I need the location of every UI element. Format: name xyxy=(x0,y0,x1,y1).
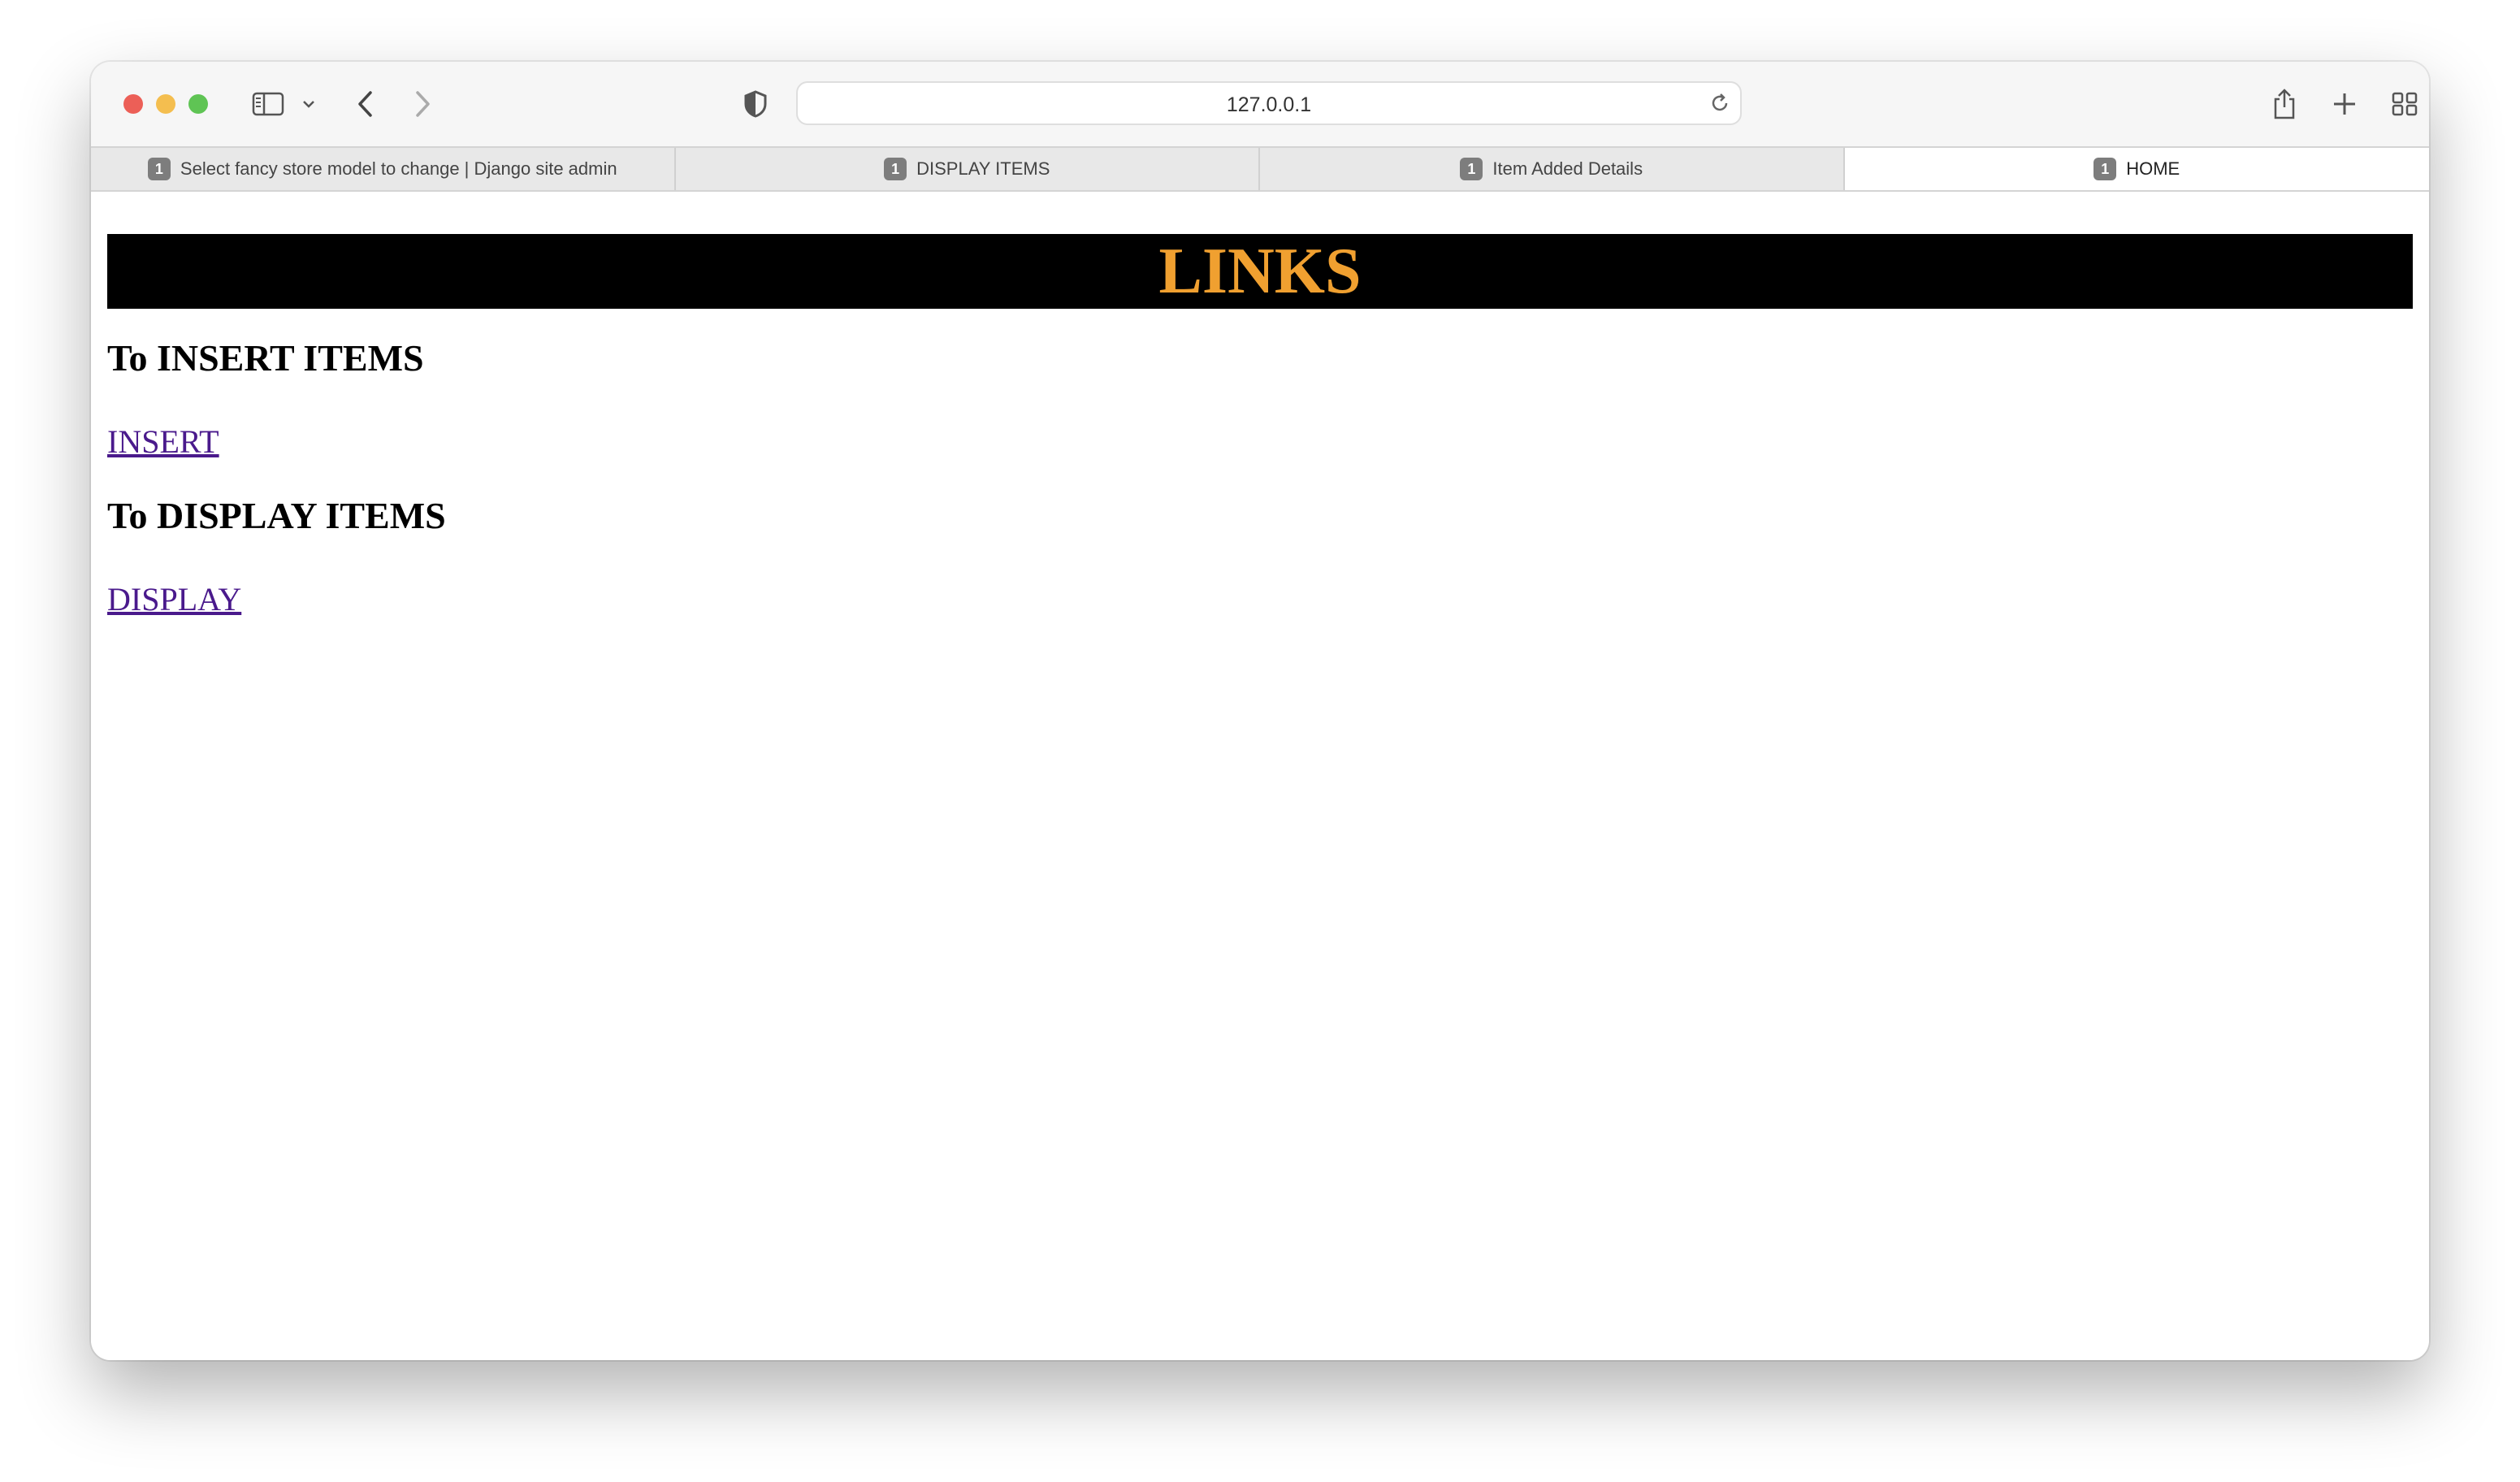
tab-overview-icon[interactable] xyxy=(2388,83,2421,125)
minimize-window-button[interactable] xyxy=(156,94,175,114)
privacy-shield-icon[interactable] xyxy=(739,83,772,125)
browser-toolbar: 127.0.0.1 xyxy=(91,62,2429,146)
tab-display-items[interactable]: 1 DISPLAY ITEMS xyxy=(676,148,1260,190)
tab-badge: 1 xyxy=(1460,158,1483,180)
forward-arrow-icon[interactable] xyxy=(406,83,439,125)
display-link[interactable]: DISPLAY xyxy=(107,583,241,616)
tab-title: DISPLAY ITEMS xyxy=(916,158,1050,179)
insert-link[interactable]: INSERT xyxy=(107,426,219,458)
tab-badge: 1 xyxy=(147,158,171,180)
tab-title: Item Added Details xyxy=(1492,158,1643,179)
address-bar[interactable]: 127.0.0.1 xyxy=(796,81,1742,125)
page-title: LINKS xyxy=(1158,236,1362,307)
page-content: LINKS To INSERT ITEMS INSERT To DISPLAY … xyxy=(91,192,2429,1360)
tab-badge: 1 xyxy=(2094,158,2117,180)
tab-item-added-details[interactable]: 1 Item Added Details xyxy=(1260,148,1845,190)
tab-badge: 1 xyxy=(884,158,907,180)
links-banner: LINKS xyxy=(107,234,2413,309)
display-heading: To DISPLAY ITEMS xyxy=(107,495,446,536)
back-arrow-icon[interactable] xyxy=(349,83,382,125)
share-icon[interactable] xyxy=(2268,83,2301,125)
tab-bar: 1 Select fancy store model to change | D… xyxy=(91,146,2429,192)
new-tab-plus-icon[interactable] xyxy=(2328,83,2361,125)
browser-window: 127.0.0.1 1 Select fancy store model to … xyxy=(91,62,2429,1360)
close-window-button[interactable] xyxy=(123,94,143,114)
insert-heading: To INSERT ITEMS xyxy=(107,337,424,379)
reload-icon[interactable] xyxy=(1708,91,1732,119)
chevron-down-icon[interactable] xyxy=(299,83,318,125)
address-text: 127.0.0.1 xyxy=(1226,93,1312,116)
zoom-window-button[interactable] xyxy=(188,94,208,114)
tab-home[interactable]: 1 HOME xyxy=(1844,148,2429,190)
tab-django-admin[interactable]: 1 Select fancy store model to change | D… xyxy=(91,148,676,190)
tab-title: Select fancy store model to change | Dja… xyxy=(180,158,617,179)
sidebar-toggle-icon[interactable] xyxy=(250,83,286,125)
tab-title: HOME xyxy=(2126,158,2180,179)
